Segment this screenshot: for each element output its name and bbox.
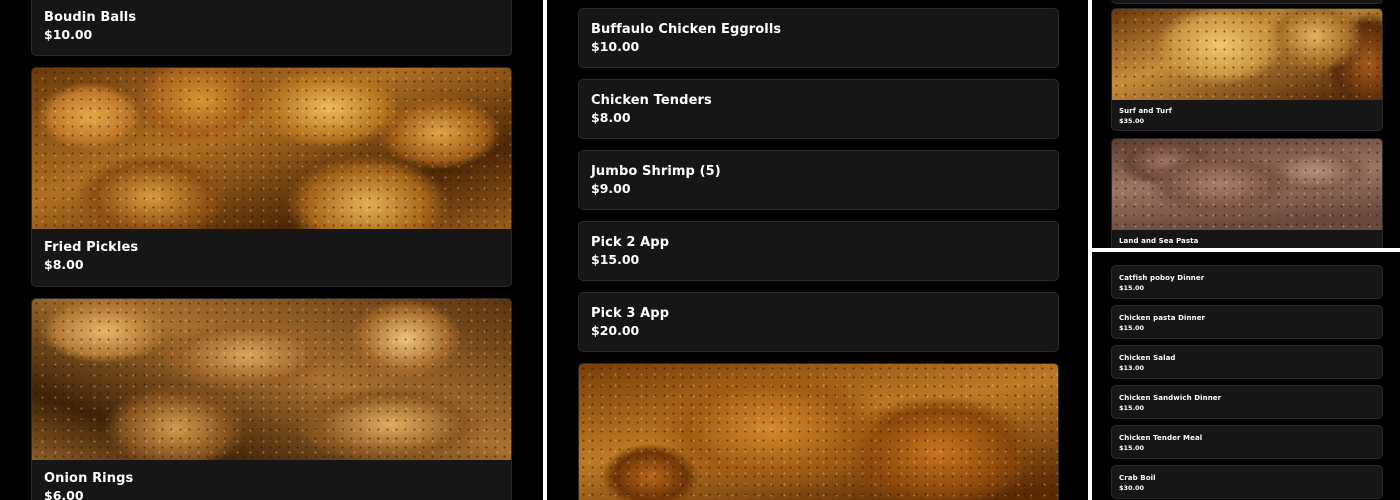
menu-item-price: $20.00 [591, 323, 640, 338]
menu-item-card[interactable]: Land and Sea Pasta [1111, 138, 1383, 248]
menu-item-price: $35.00 [1119, 117, 1145, 125]
menu-item-price: $9.00 [591, 181, 631, 196]
menu-panel-middle: Buffaulo Chicken Eggrolls $10.00 Chicken… [547, 0, 1088, 500]
menu-item-price: $15.00 [591, 252, 640, 267]
menu-item-price: $8.00 [591, 110, 631, 125]
menu-item-card[interactable]: Chicken Tenders $8.00 [578, 79, 1059, 139]
menu-panel-right-bottom: Catfish poboy Dinner $15.00 Chicken past… [1092, 252, 1400, 500]
fried-fish-photo [1112, 9, 1382, 100]
menu-item-price: $13.00 [1119, 364, 1145, 372]
onion-rings-photo [32, 299, 511, 460]
menu-item-card[interactable]: Pick 3 App $20.00 [578, 292, 1059, 352]
menu-item-price: $10.00 [591, 39, 640, 54]
menu-item-card[interactable]: Jumbo Shrimp (5) $9.00 [578, 150, 1059, 210]
menu-item-name: Fried Pickles [44, 240, 139, 255]
menu-item-name: Catfish poboy Dinner [1119, 274, 1205, 282]
menu-item-name: Crab Boil [1119, 474, 1156, 482]
menu-item-name: Boudin Balls [44, 10, 137, 25]
menu-item-card[interactable]: Chicken pasta Dinner $15.00 [1111, 305, 1383, 339]
fried-pickles-photo [32, 68, 511, 229]
menu-item-card[interactable]: Onion Rings $6.00 [31, 298, 512, 500]
menu-item-card[interactable]: Crab Boil $30.00 [1111, 465, 1383, 499]
chicken-wings-photo [579, 364, 1058, 500]
menu-item-name: Chicken Sandwich Dinner [1119, 394, 1222, 402]
menu-item-name: Chicken Tenders [591, 93, 712, 108]
menu-item-price: $15.00 [1119, 444, 1145, 452]
menu-item-price: $10.00 [44, 27, 93, 42]
menu-item-price: $8.00 [44, 257, 84, 272]
menu-item-name: Onion Rings [44, 471, 134, 486]
menu-item-name: Surf and Turf [1119, 107, 1172, 115]
menu-item-price: $15.00 [1119, 284, 1145, 292]
menu-item-card[interactable] [578, 363, 1059, 500]
menu-item-name: Pick 2 App [591, 235, 670, 250]
menu-item-card[interactable]: Chicken Sandwich Dinner $15.00 [1111, 385, 1383, 419]
menu-item-card[interactable]: Boudin Balls $10.00 [31, 0, 512, 56]
menu-item-price: $15.00 [1119, 324, 1145, 332]
menu-item-card[interactable]: Pick 2 App $15.00 [578, 221, 1059, 281]
menu-item-name: Chicken Tender Meal [1119, 434, 1203, 442]
menu-item-name: Buffaulo Chicken Eggrolls [591, 22, 782, 37]
menu-item-card[interactable]: Fried Pickles $8.00 [31, 67, 512, 287]
menu-item-price: $15.00 [1119, 404, 1145, 412]
menu-item-name: Chicken pasta Dinner [1119, 314, 1206, 322]
menu-item-card[interactable]: Catfish poboy Dinner $15.00 [1111, 265, 1383, 299]
menu-item-card[interactable] [1111, 0, 1383, 4]
menu-item-card[interactable]: Buffaulo Chicken Eggrolls $10.00 [578, 8, 1059, 68]
menu-item-name: Jumbo Shrimp (5) [591, 164, 721, 179]
menu-item-card[interactable]: Chicken Tender Meal $15.00 [1111, 425, 1383, 459]
menu-item-price: $6.00 [44, 488, 84, 500]
menu-panel-left: Boudin Balls $10.00 Fried Pickles $8.00 … [0, 0, 543, 500]
menu-item-name: Land and Sea Pasta [1119, 237, 1199, 245]
steak-photo [1112, 139, 1382, 230]
menu-panel-right-top: Surf and Turf $35.00 Land and Sea Pasta [1092, 0, 1400, 248]
menu-item-name: Pick 3 App [591, 306, 670, 321]
menu-item-card[interactable]: Surf and Turf $35.00 [1111, 8, 1383, 131]
menu-item-price: $30.00 [1119, 484, 1145, 492]
menu-item-name: Chicken Salad [1119, 354, 1176, 362]
menu-item-card[interactable]: Chicken Salad $13.00 [1111, 345, 1383, 379]
